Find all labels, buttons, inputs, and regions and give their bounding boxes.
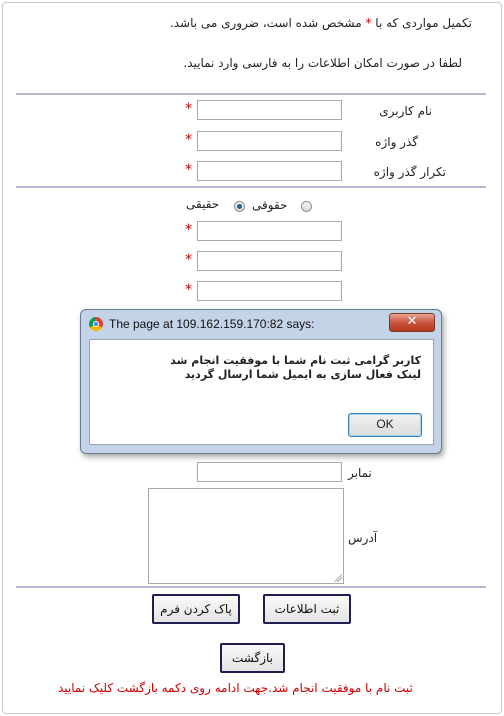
ok-button[interactable]: OK xyxy=(348,413,422,437)
notice-star: * xyxy=(365,16,372,30)
back-button[interactable]: بازگشت xyxy=(220,643,285,673)
natural-person-label: حقیقی xyxy=(186,197,220,211)
fax-input[interactable] xyxy=(197,462,342,482)
submit-button[interactable]: ثبت اطلاعات xyxy=(263,594,351,624)
close-icon[interactable]: ✕ xyxy=(389,313,435,332)
required-star: * xyxy=(185,162,192,178)
legal-person-label: حقوقی xyxy=(252,198,288,212)
chrome-icon xyxy=(89,317,103,331)
username-label: نام کاربری xyxy=(379,104,432,118)
required-star: * xyxy=(185,282,192,298)
password-repeat-label: تکرار گذر واژه xyxy=(373,165,446,179)
password-input[interactable] xyxy=(197,131,342,151)
clear-form-button[interactable]: پاک کردن فرم xyxy=(152,594,240,624)
dialog-body: کاربر گرامی ثبت نام شما با موفقیت انجام … xyxy=(89,339,434,445)
notice-text-end: مشخص شده است، ضروری می باشد. xyxy=(169,16,362,30)
separator xyxy=(16,186,486,188)
success-message: ثبت نام با موفقیت انجام شد.جهت ادامه روی… xyxy=(58,681,413,695)
username-input[interactable] xyxy=(197,100,342,120)
resize-grip-icon[interactable] xyxy=(334,574,342,582)
fax-label: نمابر xyxy=(348,466,372,480)
text-input[interactable] xyxy=(197,281,342,301)
text-input[interactable] xyxy=(197,221,342,241)
separator xyxy=(16,93,486,95)
address-textarea[interactable] xyxy=(148,488,344,584)
separator xyxy=(16,586,486,588)
natural-person-radio[interactable] xyxy=(234,201,245,212)
required-notice: تکمیل مواردی که با * مشخص شده است، ضروری… xyxy=(170,16,472,30)
dialog-message-line1: کاربر گرامی ثبت نام شما با موفقیت انجام … xyxy=(170,354,421,367)
text-input[interactable] xyxy=(197,251,342,271)
alert-dialog: The page at 109.162.159.170:82 says: ✕ ک… xyxy=(80,309,442,454)
legal-person-radio[interactable] xyxy=(301,201,312,212)
notice-text-start: تکمیل مواردی که با xyxy=(375,16,472,30)
required-star: * xyxy=(185,101,192,117)
dialog-message-line2: لینک فعال سازی به ایمیل شما ارسال گردید xyxy=(184,368,421,381)
password-repeat-input[interactable] xyxy=(197,161,342,181)
address-label: آدرس xyxy=(348,531,378,545)
dialog-title: The page at 109.162.159.170:82 says: xyxy=(109,317,315,331)
required-star: * xyxy=(185,222,192,238)
required-star: * xyxy=(185,252,192,268)
persian-notice: لطفا در صورت امکان اطلاعات را به فارسی و… xyxy=(183,56,462,70)
required-star: * xyxy=(185,132,192,148)
password-label: گذر واژه xyxy=(375,135,418,149)
